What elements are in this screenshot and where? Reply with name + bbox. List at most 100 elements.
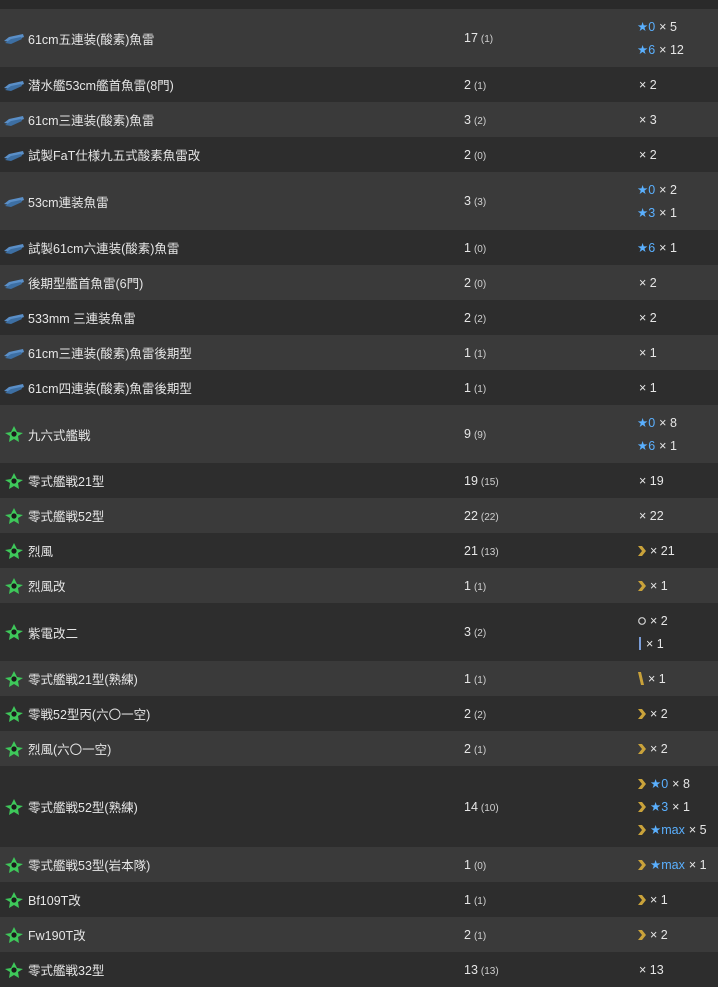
improvement-multiplier: × 5 (659, 19, 677, 34)
improvement-level: max (661, 857, 685, 872)
improvement-line: × 2 (637, 612, 718, 629)
improvement-cell: × 2 (633, 274, 718, 291)
proficiency-bar-blue-icon (637, 637, 643, 650)
improvement-cell: × 3 (633, 111, 718, 128)
equipment-count: 13 (464, 962, 478, 977)
table-row: 61cm三連装(酸素)魚雷後期型 1 (1) × 1 (0, 335, 718, 370)
torpedo-icon (3, 345, 25, 361)
improvement-cell: × 21 (633, 542, 718, 559)
fighter-icon (3, 798, 25, 815)
star-icon: ★ (637, 206, 649, 220)
equipment-name: 烈風改 (28, 580, 66, 594)
equipment-count-cell: 17 (1) (458, 31, 633, 45)
equipment-count-cell: 2 (1) (458, 928, 633, 942)
equipment-count: 3 (464, 625, 471, 639)
star-icon: ★ (637, 439, 649, 453)
equipment-name: 零式艦戦53型(岩本隊) (28, 859, 151, 873)
equipment-name: 九六式艦戦 (28, 428, 91, 443)
improvement-multiplier: × 5 (688, 822, 707, 837)
equipment-count-cell: 3 (2) (458, 625, 633, 639)
equipment-count: 22 (464, 508, 478, 523)
improvement-level: max (661, 822, 685, 837)
proficiency-bar-gold-icon (637, 672, 645, 685)
equipment-name: 潜水艦53cm艦首魚雷(8門) (28, 79, 174, 93)
table-row: 53cm連装魚雷 3 (3) ★ 0 × 2 ★ 3 × 1 (0, 172, 718, 230)
equipment-name: 61cm五連装(酸素)魚雷 (28, 32, 155, 47)
equipment-count-unlocked: (1) (473, 581, 487, 593)
equipment-count-cell: 1 (0) (458, 241, 633, 255)
fighter-icon (3, 705, 25, 722)
improvement-multiplier: × 21 (650, 543, 675, 558)
equipment-name-cell: 後期型艦首魚雷(6門) (0, 273, 458, 292)
equipment-count-cell: 1 (1) (458, 672, 633, 686)
equipment-count: 2 (464, 706, 471, 721)
equipment-name-cell: 61cm四連装(酸素)魚雷後期型 (0, 378, 458, 397)
equipment-name-cell: 紫電改二 (0, 623, 458, 642)
equipment-count-unlocked: (15) (480, 476, 499, 488)
fighter-icon (3, 670, 25, 687)
equipment-name: 試製FaT仕様九五式酸素魚雷改 (28, 149, 201, 163)
improvement-cell: × 2 (633, 926, 718, 943)
equipment-count-cell: 2 (1) (458, 78, 633, 92)
improvement-level: 3 (648, 205, 656, 220)
torpedo-icon (3, 77, 25, 93)
equipment-count: 1 (464, 857, 471, 872)
equipment-count: 2 (464, 275, 471, 290)
improvement-multiplier: × 1 (650, 892, 668, 907)
equipment-count-unlocked: (1) (473, 930, 487, 942)
equipment-count-cell: 21 (13) (458, 544, 633, 558)
equipment-name-cell: 61cm五連装(酸素)魚雷 (0, 29, 458, 48)
improvement-multiplier: × 1 (659, 438, 677, 453)
improvement-multiplier: × 2 (639, 77, 657, 92)
star-icon: ★ (637, 183, 649, 197)
star-icon: ★ (650, 858, 662, 872)
equipment-count: 17 (464, 31, 478, 45)
improvement-line: × 1 (637, 670, 718, 687)
equipment-name-cell: 53cm連装魚雷 (0, 192, 458, 211)
improvement-line: × 13 (637, 961, 718, 978)
equipment-name-cell: 零式艦戦21型(熟練) (0, 669, 458, 688)
proficiency-chevron-icon (637, 824, 647, 836)
improvement-line: ★ 6 × 12 (637, 41, 718, 58)
improvement-multiplier: × 1 (659, 240, 677, 255)
equipment-rows: 61cm五連装(酸素)魚雷 17 (1) ★ 0 × 5 ★ 6 × 12 潜水艦53cm艦首魚雷… (0, 9, 718, 987)
table-row: 試製FaT仕様九五式酸素魚雷改 2 (0) × 2 (0, 137, 718, 172)
proficiency-chevron-icon (637, 580, 647, 592)
equipment-name-cell: 烈風 (0, 541, 458, 560)
equipment-count: 2 (464, 927, 471, 942)
equipment-count-unlocked: (13) (480, 965, 499, 977)
equipment-name: 零式艦戦52型(熟練) (28, 801, 138, 815)
equipment-count-unlocked: (0) (473, 860, 487, 872)
equipment-name-cell: 試製FaT仕様九五式酸素魚雷改 (0, 145, 458, 164)
improvement-multiplier: × 2 (650, 613, 668, 628)
improvement-multiplier: × 2 (650, 927, 668, 942)
table-row: 零戦52型丙(六〇一空) 2 (2) × 2 (0, 696, 718, 731)
equipment-count-cell: 2 (0) (458, 276, 633, 290)
equipment-count-cell: 13 (13) (458, 963, 633, 977)
proficiency-chevron-icon (637, 778, 647, 790)
table-row: 潜水艦53cm艦首魚雷(8門) 2 (1) × 2 (0, 67, 718, 102)
equipment-count: 1 (464, 671, 471, 686)
proficiency-chevron-icon (637, 743, 647, 755)
improvement-cell: × 2 (633, 76, 718, 93)
improvement-cell: × 1 (633, 379, 718, 396)
improvement-line: × 2 (637, 274, 718, 291)
equipment-name: Fw190T改 (28, 929, 86, 943)
improvement-multiplier: × 1 (646, 636, 664, 651)
improvement-multiplier: × 8 (659, 415, 677, 430)
improvement-level: 0 (648, 415, 656, 430)
equipment-name-cell: 試製61cm六連装(酸素)魚雷 (0, 238, 458, 257)
equipment-count-unlocked: (2) (473, 709, 487, 721)
table-row: 61cm四連装(酸素)魚雷後期型 1 (1) × 1 (0, 370, 718, 405)
equipment-name: 零戦52型丙(六〇一空) (28, 708, 151, 722)
equipment-name-cell: Fw190T改 (0, 925, 458, 944)
improvement-line: × 22 (637, 507, 718, 524)
improvement-multiplier: × 2 (639, 147, 657, 162)
equipment-name: 533mm 三連装魚雷 (28, 312, 136, 326)
equipment-count-cell: 2 (1) (458, 742, 633, 756)
equipment-count-cell: 14 (10) (458, 800, 633, 814)
improvement-multiplier: × 2 (639, 275, 657, 290)
improvement-cell: ★ 0 × 2 ★ 3 × 1 (633, 181, 718, 221)
improvement-multiplier: × 1 (659, 205, 677, 220)
table-row: 零式艦戦52型(熟練) 14 (10) ★ 0 × 8 ★ 3 × 1 ★ max × 5 (0, 766, 718, 847)
